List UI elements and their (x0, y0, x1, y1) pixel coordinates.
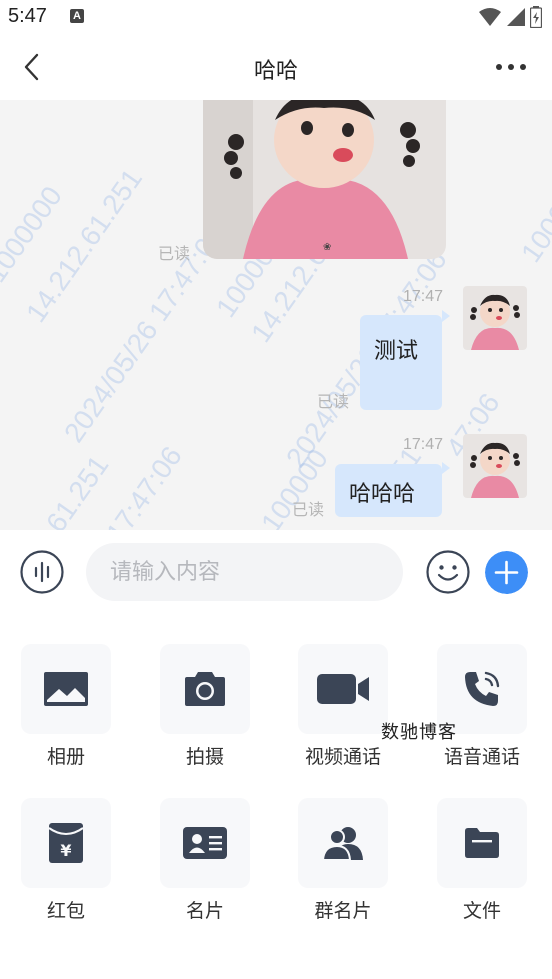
photo-album-icon (44, 672, 88, 706)
tool-label: 视频通话 (304, 746, 381, 768)
avatar[interactable] (463, 434, 527, 498)
bubble-tail (442, 310, 450, 322)
emoji-icon[interactable] (426, 550, 470, 594)
tool-group-card[interactable]: 群名片 (283, 798, 403, 923)
notification-a-icon: A (70, 9, 84, 23)
avatar-image (463, 434, 527, 498)
status-time: 5:47 (8, 5, 47, 27)
plus-icon[interactable] (485, 551, 528, 594)
contact-card-icon (183, 827, 227, 859)
tool-label: 拍摄 (185, 746, 224, 768)
image-message[interactable]: ❀ (203, 100, 446, 259)
watermark: 17:47:06 (100, 440, 188, 530)
watermark: 61.251 (40, 449, 115, 530)
tool-label: 文件 (462, 900, 501, 922)
battery-icon (530, 6, 542, 28)
tool-contact-card[interactable]: 名片 (145, 798, 265, 923)
camera-icon (185, 672, 225, 706)
tool-tile[interactable] (437, 798, 527, 888)
tool-tile[interactable] (298, 644, 388, 734)
avatar[interactable] (463, 286, 527, 350)
wifi-icon (479, 8, 501, 26)
nav-bar: 哈哈 (0, 34, 552, 100)
message-time: 17:47 (403, 288, 444, 305)
chat-title: 哈哈 (253, 59, 298, 84)
message-time: 17:47 (403, 436, 444, 453)
message-input[interactable] (86, 543, 403, 601)
message-text: 哈哈哈 (349, 482, 416, 507)
status-bar: 5:47 A (0, 0, 552, 34)
group-card-icon (322, 827, 363, 861)
tool-label: 名片 (185, 900, 224, 922)
tool-label: 群名片 (314, 900, 372, 922)
message-bubble[interactable]: 哈哈哈 (335, 464, 442, 517)
video-call-icon (317, 674, 369, 704)
chat-area[interactable]: 14.212.61.251 2024/05/26 17:47:06 100000… (0, 100, 552, 530)
tool-tile[interactable] (298, 798, 388, 888)
tool-label: 红包 (46, 900, 85, 922)
tool-tile[interactable] (160, 798, 250, 888)
red-packet-icon: ¥ (48, 823, 84, 863)
bubble-tail (442, 462, 450, 474)
message-text: 测试 (374, 339, 419, 364)
tool-label: 相册 (46, 746, 85, 768)
svg-text:¥: ¥ (60, 841, 71, 860)
folder-icon (465, 828, 499, 858)
tool-red-packet[interactable]: ¥ 红包 (6, 798, 126, 923)
signal-icon (507, 8, 525, 26)
blog-watermark: 数驰博客 (381, 722, 457, 743)
read-status: 已读 (292, 500, 325, 519)
avatar-image (463, 286, 527, 350)
photo-thumbnail: ❀ (203, 100, 446, 259)
tool-tile[interactable]: ¥ (21, 798, 111, 888)
tool-label: 语音通话 (443, 746, 520, 768)
more-dots-icon[interactable] (494, 58, 528, 76)
read-status: 已读 (317, 392, 350, 411)
tool-video-call[interactable]: 视频通话 (283, 644, 403, 769)
status-icons (478, 6, 542, 28)
message-bubble[interactable]: 测试 (360, 315, 442, 410)
tool-voice-call[interactable]: 语音通话 (422, 644, 542, 769)
watermark: 1000 (515, 198, 552, 268)
more-tools-panel: 相册 拍摄 视频通话 语音通话 ¥ 红包 名片 群名片 文件 (0, 616, 552, 979)
svg-text:❀: ❀ (323, 242, 331, 253)
input-bar (0, 530, 552, 616)
tool-camera[interactable]: 拍摄 (145, 644, 265, 769)
phone-call-icon (465, 671, 500, 706)
read-status: 已读 (158, 244, 191, 263)
voice-input-icon[interactable] (20, 550, 64, 594)
tool-tile[interactable] (160, 644, 250, 734)
tool-file[interactable]: 文件 (422, 798, 542, 923)
tool-tile[interactable] (21, 644, 111, 734)
tool-album[interactable]: 相册 (6, 644, 126, 769)
